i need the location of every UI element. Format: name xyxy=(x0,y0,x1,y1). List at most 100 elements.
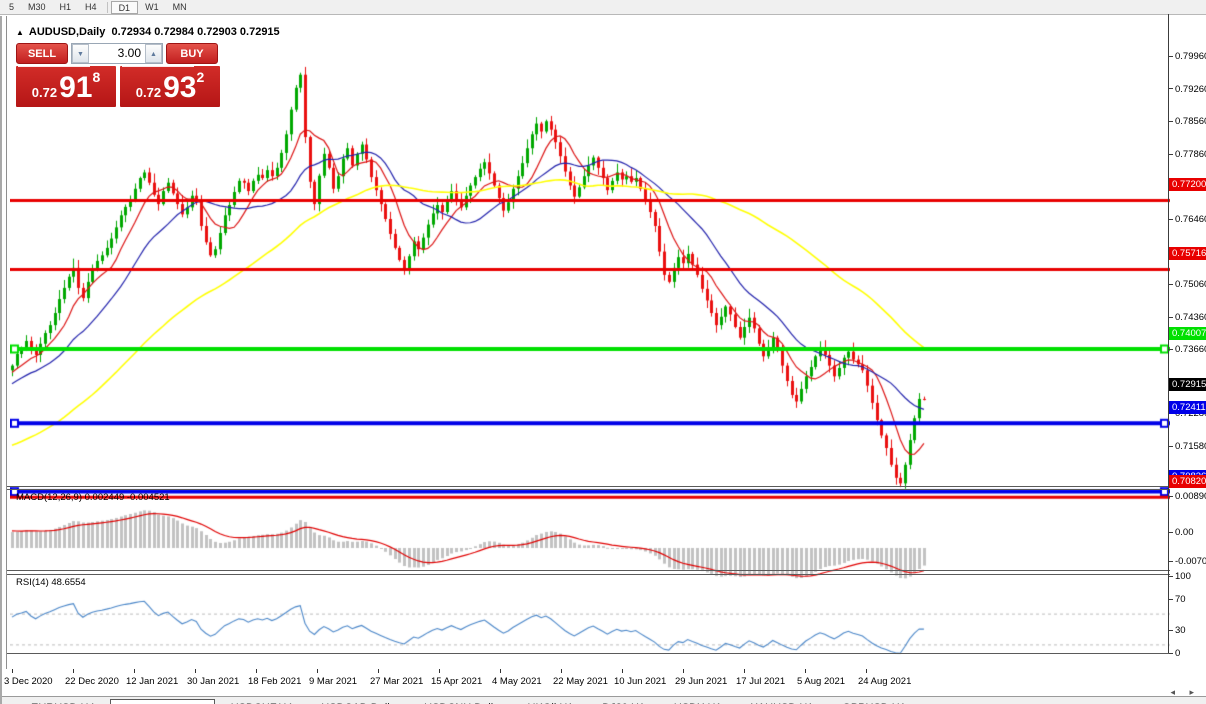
date-tick xyxy=(378,669,379,673)
chart-tab-ukoil[interactable]: UKOil,H1 xyxy=(515,699,587,704)
date-tick xyxy=(683,669,684,673)
axis-tick-dash xyxy=(1169,88,1173,90)
timeframe-button-h4[interactable]: H4 xyxy=(78,1,104,14)
date-tick xyxy=(805,669,806,673)
price-axis-tick: 0.75060 xyxy=(1169,278,1206,291)
rsi-pane-canvas[interactable] xyxy=(10,591,1170,668)
timeframe-button-h1[interactable]: H1 xyxy=(53,1,79,14)
price-axis-tick: 0.78560 xyxy=(1169,115,1206,128)
chart-tab-bar: EURUSD,H4|AUDUSD,Daily|USDCHF,H4|USDCAD,… xyxy=(2,696,1206,704)
price-axis-tick: 0.74360 xyxy=(1169,311,1206,324)
date-tick-label: 4 May 2021 xyxy=(492,676,542,687)
price-axis-tick: 0.79260 xyxy=(1169,83,1206,96)
timeframe-button-m30[interactable]: M30 xyxy=(21,1,53,14)
timeframe-button-mn[interactable]: MN xyxy=(166,1,194,14)
axis-tick-dash xyxy=(1169,316,1173,318)
chart-tab-eurusd[interactable]: EURUSD,H4 xyxy=(18,699,108,704)
pane-separator[interactable] xyxy=(7,489,1170,490)
price-line-label: 0.70820 xyxy=(1169,475,1206,489)
price-axis-tick: 0.79960 xyxy=(1169,50,1206,63)
axis-tick-dash xyxy=(1169,445,1173,447)
chart-tab-audusd[interactable]: AUDUSD,Daily xyxy=(110,699,215,704)
tab-scroll-arrows[interactable]: ◂ ▸ xyxy=(1170,687,1200,698)
price-line-label: 0.72411 xyxy=(1169,401,1206,415)
pane-separator[interactable] xyxy=(7,486,1170,487)
chart-tab-gbpusd[interactable]: GBPUSD,H1 xyxy=(829,699,919,704)
toolbar-separator xyxy=(106,1,108,13)
price-line-label: 0.74007 xyxy=(1169,327,1206,340)
current-price-label: 0.72915 xyxy=(1169,377,1206,391)
chart-tab-usdx[interactable]: USDX,H1 xyxy=(661,699,735,704)
date-tick xyxy=(134,669,135,673)
rsi-axis-tick: 0 xyxy=(1169,647,1180,660)
macd-axis-tick: 0.00 xyxy=(1169,526,1194,539)
axis-tick-dash xyxy=(1169,55,1173,57)
date-tick xyxy=(561,669,562,673)
rsi-axis-tick: 30 xyxy=(1169,624,1186,637)
date-tick-label: 10 Jun 2021 xyxy=(614,676,667,687)
axis-tick-dash xyxy=(1169,575,1173,577)
date-tick xyxy=(317,669,318,673)
window-border xyxy=(6,16,7,680)
pane-separator[interactable] xyxy=(7,653,1170,654)
date-tick-label: 29 Jun 2021 xyxy=(675,676,728,687)
date-tick xyxy=(195,669,196,673)
timeframe-button-5[interactable]: 5 xyxy=(2,1,21,14)
price-axis-tick: 0.76460 xyxy=(1169,213,1206,226)
timeframe-button-d1[interactable]: D1 xyxy=(110,0,139,14)
date-tick-label: 17 Jul 2021 xyxy=(736,676,786,687)
chart-window: ▲AUDUSD,Daily 0.72934 0.72984 0.72903 0.… xyxy=(0,16,1206,704)
date-tick-label: 5 Aug 2021 xyxy=(797,676,846,687)
macd-indicator-label: MACD(12,26,9) 0.002449 -0.004521 xyxy=(16,492,170,503)
price-axis-tick: 0.71580 xyxy=(1169,440,1206,453)
date-tick-label: 18 Feb 2021 xyxy=(248,676,302,687)
date-tick-label: 22 May 2021 xyxy=(553,676,608,687)
date-tick xyxy=(744,669,745,673)
macd-axis-tick: -0.00701 xyxy=(1169,555,1206,568)
date-tick-label: 15 Apr 2021 xyxy=(431,676,483,687)
main-chart-canvas[interactable] xyxy=(10,31,1170,502)
date-tick xyxy=(866,669,867,673)
date-tick-label: 22 Dec 2020 xyxy=(65,676,119,687)
timeframe-button-w1[interactable]: W1 xyxy=(138,1,166,14)
date-tick-label: 24 Aug 2021 xyxy=(858,676,912,687)
chart-tab-usdchf[interactable]: USDCHF,H4 xyxy=(218,699,306,704)
axis-tick-dash xyxy=(1169,218,1173,220)
date-tick xyxy=(256,669,257,673)
rsi-axis-tick: 70 xyxy=(1169,593,1186,606)
axis-tick-dash xyxy=(1169,283,1173,285)
axis-tick-dash xyxy=(1169,153,1173,155)
macd-axis-tick: 0.00890 xyxy=(1169,490,1206,503)
chart-tab-usdcad[interactable]: USDCAD,Daily xyxy=(308,699,408,704)
date-tick xyxy=(12,669,13,673)
axis-tick-dash xyxy=(1169,599,1173,601)
date-tick-label: 30 Jan 2021 xyxy=(187,676,240,687)
date-tick xyxy=(500,669,501,673)
chart-tab-dj30[interactable]: DJ30,H1 xyxy=(589,699,658,704)
date-tick xyxy=(73,669,74,673)
axis-tick-dash xyxy=(1169,629,1173,631)
price-axis-tick: 0.77860 xyxy=(1169,148,1206,161)
date-tick-label: 9 Mar 2021 xyxy=(309,676,358,687)
price-axis-tick: 0.73660 xyxy=(1169,343,1206,356)
pane-separator[interactable] xyxy=(7,570,1170,571)
date-tick xyxy=(439,669,440,673)
pane-separator[interactable] xyxy=(7,574,1170,575)
date-tick-label: 3 Dec 2020 xyxy=(4,676,53,687)
mt4-window: 5M30H1H4 D1W1MN ▲AUDUSD,Daily 0.72934 0.7… xyxy=(0,0,1206,704)
date-tick-label: 27 Mar 2021 xyxy=(370,676,424,687)
price-line-label: 0.77200 xyxy=(1169,178,1206,192)
date-tick-label: 12 Jan 2021 xyxy=(126,676,179,687)
axis-tick-dash xyxy=(1169,531,1173,533)
price-line-label: 0.75716 xyxy=(1169,247,1206,261)
date-tick xyxy=(622,669,623,673)
rsi-axis-tick: 100 xyxy=(1169,570,1191,583)
chart-tab-xauusd[interactable]: XAUUSD,H1 xyxy=(737,699,826,704)
axis-tick-dash xyxy=(1169,560,1173,562)
axis-tick-dash xyxy=(1169,495,1173,497)
axis-tick-dash xyxy=(1169,652,1173,654)
chart-tab-usdcnh[interactable]: USDCNH,Daily xyxy=(411,699,512,704)
date-axis: 3 Dec 2020 22 Dec 2020 12 Jan 2021 30 Jan 2… xyxy=(2,669,1206,695)
axis-tick-dash xyxy=(1169,121,1173,123)
rsi-indicator-label: RSI(14) 48.6554 xyxy=(16,577,86,588)
